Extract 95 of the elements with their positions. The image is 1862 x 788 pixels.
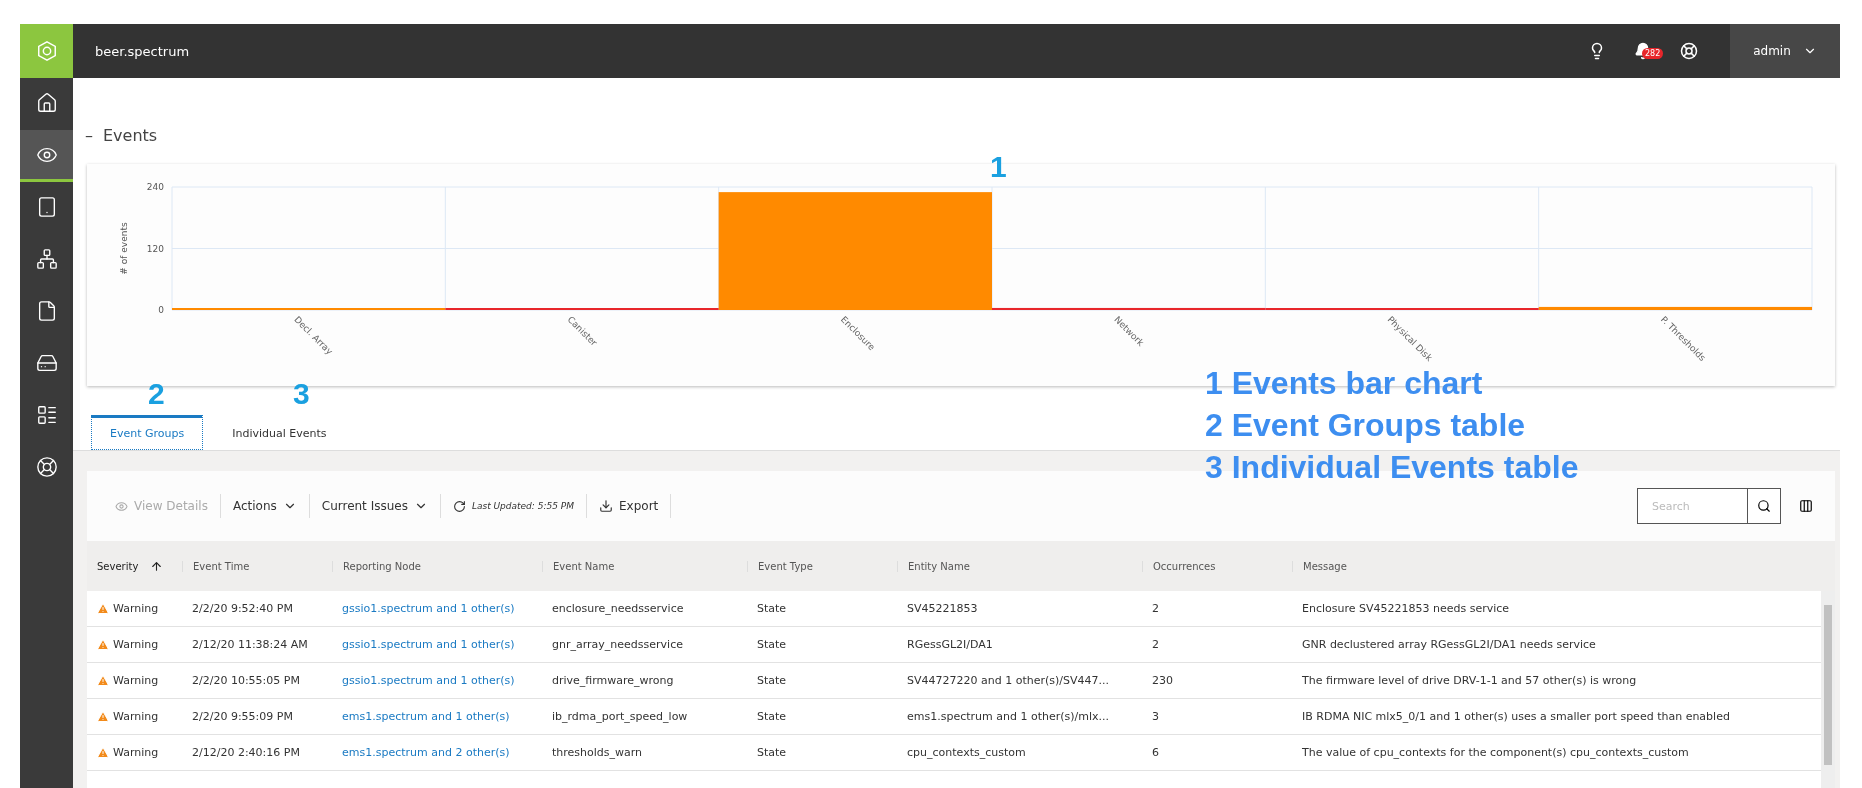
search-button[interactable] [1747, 488, 1781, 524]
table-row[interactable]: Warning 2/12/20 11:38:24 AM gssio1.spectrum and 1 other(s) gnr_array_needsservice State RGessGL2I/DA1 2 GNR declustered array RGessGL2I/DA1 needs service [87, 627, 1821, 663]
table-cell-text: 2/2/20 9:55:09 PM [191, 710, 294, 723]
table-cell-text: thresholds_warn [551, 746, 644, 759]
sort-arrow-icon [150, 559, 164, 573]
search-icon [1757, 499, 1771, 513]
column-header[interactable]: Event Type [747, 560, 897, 572]
table-cell-text: 2 [1151, 638, 1160, 651]
table-row[interactable]: Warning 2/12/20 2:40:16 PM ems1.spectrum and 2 other(s) thresholds_warn State cpu_contexts_custom 6 The value of cpu_contexts for the component(s) cpu_contexts_custom [87, 735, 1821, 771]
table-cell-text: enclosure_needsservice [551, 602, 685, 615]
table-cell-text: State [756, 674, 788, 687]
column-header[interactable]: Severity [87, 559, 182, 573]
table-cell-text: 2/2/20 10:55:05 PM [191, 674, 301, 687]
table-cell-text: drive_firmware_wrong [551, 674, 675, 687]
node-link[interactable]: ems1.spectrum and 2 other(s) [332, 746, 542, 759]
node-link[interactable]: ems1.spectrum and 1 other(s) [332, 710, 542, 723]
severity-text: Warning [113, 602, 159, 615]
callout-number: 2 [148, 377, 165, 411]
callout-number: 3 [293, 377, 310, 411]
sidebar-item[interactable] [20, 130, 73, 182]
column-header[interactable]: Entity Name [897, 560, 1142, 572]
table-cell-text: gnr_array_needsservice [551, 638, 684, 651]
actions-dropdown[interactable]: Actions [220, 494, 310, 518]
severity-text: Warning [113, 746, 159, 759]
eye-icon [115, 499, 128, 513]
table-cell-text: 2 [1151, 602, 1160, 615]
warning-icon [97, 746, 109, 759]
table-row[interactable]: Warning 2/2/20 9:52:40 PM gssio1.spectrum and 1 other(s) enclosure_needsservice State SV45221853 2 Enclosure SV45221853 needs service [87, 591, 1821, 627]
table-cell-text: ems1.spectrum and 1 other(s)/mlx... [906, 710, 1111, 723]
callout-number: 1 [990, 150, 1007, 184]
refresh-button[interactable]: Last Updated: 5:55 PM [440, 494, 587, 518]
table-row[interactable]: Warning 2/2/20 9:55:09 PM ems1.spectrum and 1 other(s) ib_rdma_port_speed_low State ems1.spectrum and 1 other(s)/mlx... 3 IB RDMA NIC mlx5_0/1 and 1 other(s) uses a smaller port speed than enabled [87, 699, 1821, 735]
severity-text: Warning [113, 674, 159, 687]
column-header[interactable]: Reporting Node [332, 560, 542, 572]
column-header[interactable]: Message [1292, 560, 1835, 572]
tab[interactable]: Individual Events [213, 415, 346, 450]
filter-dropdown[interactable]: Current Issues [309, 494, 441, 518]
hexagon-logo-icon [35, 40, 58, 62]
table-cell-text: GNR declustered array RGessGL2I/DA1 needs service [1301, 638, 1597, 651]
y-tick-label: 0 [158, 305, 164, 315]
node-link[interactable]: gssio1.spectrum and 1 other(s) [332, 674, 542, 687]
table-cell-text: State [756, 710, 788, 723]
table-cell-text: Enclosure SV45221853 needs service [1301, 602, 1511, 615]
table-cell-text: IB RDMA NIC mlx5_0/1 and 1 other(s) uses a smaller port speed than enabled [1301, 710, 1731, 723]
table-cell-text: 230 [1151, 674, 1174, 687]
node-link[interactable]: gssio1.spectrum and 1 other(s) [332, 602, 542, 615]
table-cell-text: The value of cpu_contexts for the component(s) cpu_contexts_custom [1301, 746, 1690, 759]
table-cell-text: The firmware level of drive DRV-1-1 and 57 other(s) is wrong [1301, 674, 1638, 687]
y-axis-label: # of events [119, 222, 129, 275]
table-cell-text: SV45221853 [906, 602, 979, 615]
network-icon [35, 247, 58, 270]
rack-icon [35, 403, 58, 426]
user-menu-button[interactable]: admin [1730, 24, 1840, 78]
table-cell-text: 6 [1151, 746, 1160, 759]
y-tick-label: 120 [146, 243, 164, 254]
warning-icon [97, 638, 109, 651]
column-header[interactable]: Occurrences [1142, 560, 1292, 572]
table-cell-text: RGessGL2I/DA1 [906, 638, 994, 651]
node-link[interactable]: gssio1.spectrum and 1 other(s) [332, 638, 542, 651]
warning-icon [97, 674, 109, 687]
section-title: Events [103, 125, 158, 145]
table-cell-text: ib_rdma_port_speed_low [551, 710, 689, 723]
table-cell-text: State [756, 638, 788, 651]
columns-icon [1799, 499, 1813, 513]
lifebuoy-icon [1680, 42, 1698, 60]
collapse-toggle[interactable]: – [85, 125, 93, 145]
notification-count: 282 [1642, 48, 1664, 59]
table-cell-text: State [756, 746, 788, 759]
search-field[interactable]: Search [1637, 488, 1747, 524]
legend-text: 3 Individual Events table [1205, 448, 1579, 487]
severity-text: Warning [113, 710, 159, 723]
lifebuoy-icon [35, 455, 58, 478]
y-tick-label: 240 [146, 182, 164, 192]
download-icon [599, 499, 613, 513]
severity-text: Warning [113, 638, 159, 651]
table-cell-text: 2/12/20 11:38:24 AM [191, 638, 309, 651]
app-title: beer.spectrum [95, 43, 191, 59]
table-cell-text: cpu_contexts_custom [906, 746, 1027, 759]
table-cell-text: 2/2/20 9:52:40 PM [191, 602, 294, 615]
refresh-icon [452, 499, 466, 513]
legend-text: 1 Events bar chart [1205, 364, 1483, 403]
table-cell-text: SV44727220 and 1 other(s)/SV447... [906, 674, 1110, 687]
column-header[interactable]: Event Time [182, 560, 332, 572]
table-cell-text: State [756, 602, 788, 615]
scrollbar[interactable] [1821, 591, 1835, 788]
table-cell-text: 3 [1151, 710, 1160, 723]
warning-icon [97, 710, 109, 723]
warning-icon [97, 602, 109, 615]
notifications-button[interactable]: 282 [1620, 42, 1666, 60]
table-row[interactable]: Warning 2/2/20 10:55:05 PM gssio1.spectrum and 1 other(s) drive_firmware_wrong State SV44727220 and 1 other(s)/SV447... 230 The firmware level of drive DRV-1-1 and 57 other(s) is wrong [87, 663, 1821, 699]
table-cell-text: 2/12/20 2:40:16 PM [191, 746, 301, 759]
home-icon [35, 91, 58, 114]
legend-text: 2 Event Groups table [1205, 406, 1526, 445]
column-header[interactable]: Event Name [542, 560, 747, 572]
export-button[interactable]: Export [587, 494, 672, 518]
